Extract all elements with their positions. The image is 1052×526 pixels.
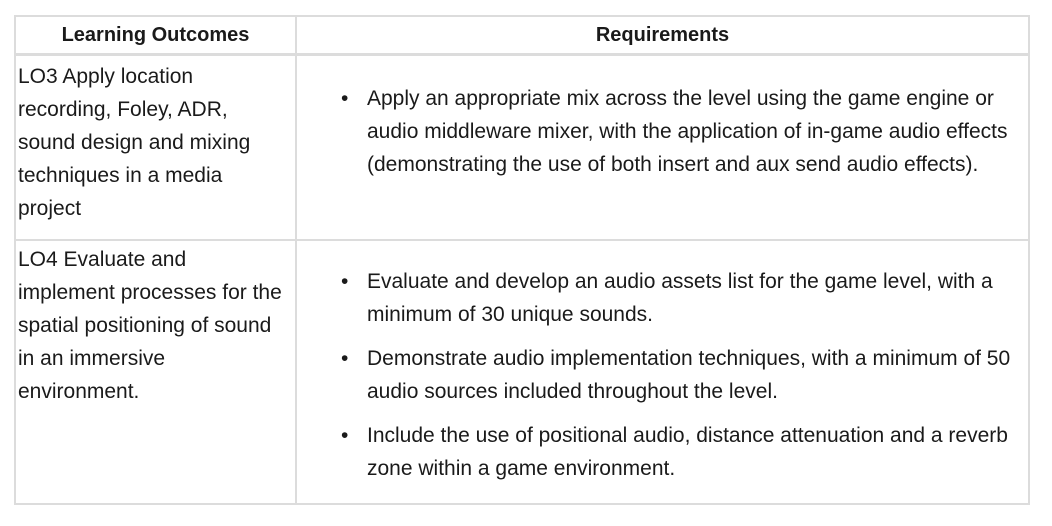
bullet-icon: • xyxy=(341,347,349,370)
row-divider xyxy=(16,239,1028,241)
requirement-text: Evaluate and develop an audio assets lis… xyxy=(367,270,993,326)
requirement-item: • Demonstrate audio implementation techn… xyxy=(297,342,1028,408)
requirement-item: • Include the use of positional audio, d… xyxy=(297,419,1028,485)
requirement-item: • Evaluate and develop an audio assets l… xyxy=(297,265,1028,331)
table-row-lo4-outcome: LO4 Evaluate and implement processes for… xyxy=(18,248,282,403)
learning-outcomes-table: Learning Outcomes Requirements LO3 Apply… xyxy=(14,15,1030,505)
bullet-icon: • xyxy=(341,87,349,110)
bullet-icon: • xyxy=(341,424,349,447)
table-row-lo4-requirements: • Evaluate and develop an audio assets l… xyxy=(297,265,1028,485)
requirement-item: • Apply an appropriate mix across the le… xyxy=(297,82,1028,181)
bullet-icon: • xyxy=(341,270,349,293)
requirement-text: Include the use of positional audio, dis… xyxy=(367,424,1008,480)
header-requirements: Requirements xyxy=(595,24,730,46)
table-row-lo3-requirements: • Apply an appropriate mix across the le… xyxy=(297,82,1028,181)
header-learning-outcomes: Learning Outcomes xyxy=(61,24,250,46)
table-row-lo3-outcome: LO3 Apply location recording, Foley, ADR… xyxy=(18,65,251,220)
requirement-text: Demonstrate audio implementation techniq… xyxy=(367,347,1011,403)
table-header-row: Learning Outcomes Requirements xyxy=(16,17,1028,55)
header-divider xyxy=(16,53,1028,56)
requirement-text: Apply an appropriate mix across the leve… xyxy=(367,87,1008,176)
